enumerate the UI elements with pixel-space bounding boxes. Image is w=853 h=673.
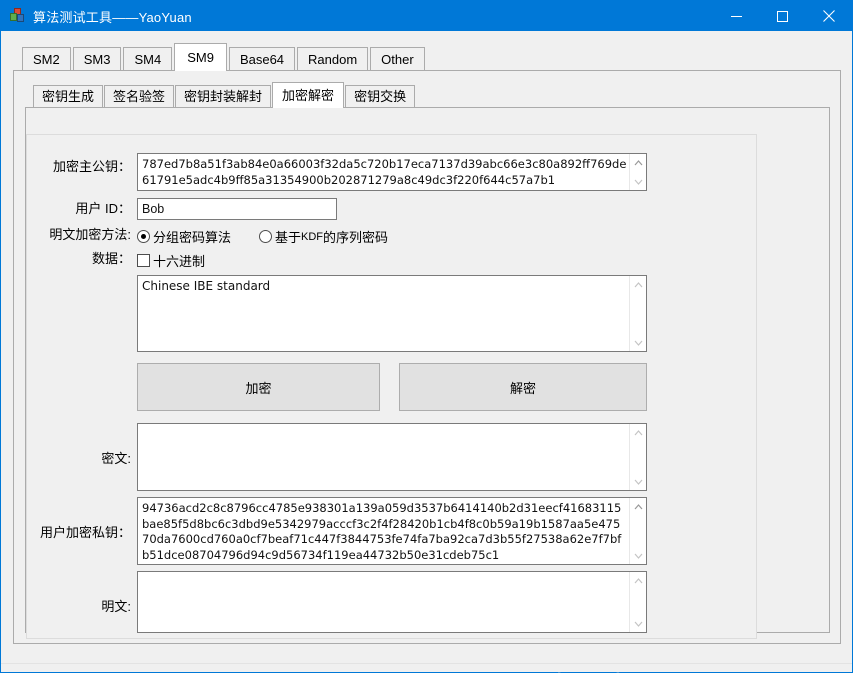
plaintext-value	[138, 572, 646, 575]
tab-sm2-label: SM2	[33, 51, 60, 67]
application-window: 算法测试工具——YaoYuan SM2 SM3 SM4 SM9 Base64 R…	[0, 0, 853, 673]
master-public-key-scrollbar[interactable]	[629, 154, 646, 190]
master-public-key-value: 787ed7b8a51f3ab84e0a66003f32da5c720b17ec…	[142, 157, 627, 187]
algorithm-tab-body: 密钥生成 签名验签 密钥封装解封 加密解密 密钥交换 加密主公钥： 787ed7…	[13, 70, 841, 644]
encrypt-method-label: 明文加密方法:	[49, 227, 131, 242]
algorithm-tab-strip: SM2 SM3 SM4 SM9 Base64 Random Other	[13, 43, 841, 71]
master-public-key-label: 加密主公钥：	[52, 159, 131, 174]
encrypt-button-label: 加密	[245, 380, 272, 396]
scroll-up-icon[interactable]	[630, 154, 647, 171]
plaintext-textarea[interactable]	[137, 571, 647, 633]
user-id-input[interactable]: Bob	[137, 198, 337, 220]
tab-base64-label: Base64	[239, 51, 285, 67]
encrypt-method-row: 明文加密方法: 分组密码算法 基于 KDF 的序列密码	[27, 227, 388, 246]
ciphertext-row: 密文:	[27, 423, 647, 491]
hex-checkbox-label: 十六进制	[153, 254, 206, 269]
plaintext-scrollbar[interactable]	[629, 572, 646, 632]
scroll-up-icon[interactable]	[630, 498, 647, 515]
tab-random[interactable]: Random	[297, 47, 369, 70]
tab-key-generation[interactable]: 密钥生成	[33, 85, 104, 107]
radio-kdf-stream-cipher-label-prefix: 基于	[275, 230, 302, 245]
tab-sm4[interactable]: SM4	[123, 47, 173, 70]
tab-encrypt-decrypt-label: 加密解密	[282, 88, 335, 103]
radio-block-cipher[interactable]: 分组密码算法	[137, 227, 231, 246]
tab-random-label: Random	[308, 51, 358, 67]
window-controls	[713, 1, 852, 31]
user-private-key-row: 用户加密私钥： 94736acd2c8c8796cc4785e938301a13…	[27, 497, 647, 565]
function-tab-control: 密钥生成 签名验签 密钥封装解封 加密解密 密钥交换 加密主公钥： 787ed7…	[25, 82, 830, 639]
decrypt-button-label: 解密	[509, 380, 536, 396]
scroll-down-icon[interactable]	[630, 615, 647, 632]
encrypt-decrypt-panel: 加密主公钥： 787ed7b8a51f3ab84e0a66003f32da5c7…	[26, 134, 757, 639]
tab-sm2[interactable]: SM2	[22, 47, 71, 70]
master-public-key-row: 加密主公钥： 787ed7b8a51f3ab84e0a66003f32da5c7…	[27, 153, 647, 191]
scroll-down-icon[interactable]	[630, 547, 647, 564]
scroll-up-icon[interactable]	[630, 276, 647, 293]
tab-other[interactable]: Other	[370, 47, 425, 70]
decrypt-button[interactable]: 解密	[399, 363, 647, 411]
tab-sm3-label: SM3	[83, 51, 111, 67]
user-id-value: Bob	[142, 202, 165, 216]
tab-key-exchange[interactable]: 密钥交换	[345, 85, 416, 107]
data-textarea[interactable]: Chinese IBE standard	[137, 275, 647, 352]
user-private-key-value: 94736acd2c8c8796cc4785e938301a139a059d35…	[142, 501, 622, 562]
tab-sm4-label: SM4	[134, 51, 162, 67]
master-public-key-textarea[interactable]: 787ed7b8a51f3ab84e0a66003f32da5c720b17ec…	[137, 153, 647, 191]
title-bar: 算法测试工具——YaoYuan	[1, 1, 852, 31]
radio-kdf-stream-cipher-indicator[interactable]	[259, 230, 273, 243]
radio-block-cipher-indicator[interactable]	[137, 230, 150, 243]
ciphertext-scrollbar[interactable]	[629, 424, 646, 490]
tab-sm3[interactable]: SM3	[72, 47, 122, 70]
function-tab-strip: 密钥生成 签名验签 密钥封装解封 加密解密 密钥交换	[25, 82, 830, 108]
data-label: 数据：	[91, 251, 131, 266]
tab-sign-verify-label: 签名验签	[113, 89, 166, 104]
plaintext-label: 明文:	[101, 599, 131, 614]
ciphertext-label: 密文:	[101, 451, 131, 466]
scroll-up-icon[interactable]	[630, 572, 647, 589]
user-private-key-scrollbar[interactable]	[629, 498, 646, 564]
tab-base64[interactable]: Base64	[228, 47, 296, 70]
hex-checkbox-indicator[interactable]	[137, 254, 150, 267]
radio-block-cipher-label: 分组密码算法	[153, 230, 232, 245]
scroll-down-icon[interactable]	[630, 173, 647, 190]
scroll-down-icon[interactable]	[630, 473, 647, 490]
minimize-button[interactable]	[713, 1, 759, 31]
tab-key-encapsulation-label: 密钥封装解封	[184, 89, 263, 104]
app-blocks-icon	[10, 8, 26, 24]
plaintext-row: 明文:	[27, 571, 647, 633]
encrypt-button[interactable]: 加密	[137, 363, 380, 411]
ciphertext-value	[138, 424, 646, 427]
data-textarea-row: Chinese IBE standard	[137, 275, 647, 352]
tab-encrypt-decrypt[interactable]: 加密解密	[272, 82, 345, 108]
maximize-button[interactable]	[759, 1, 805, 31]
data-row: 数据： 十六进制	[27, 251, 205, 270]
window-title: 算法测试工具——YaoYuan	[33, 9, 192, 25]
scroll-up-icon[interactable]	[630, 424, 647, 441]
hex-checkbox[interactable]: 十六进制	[137, 251, 205, 270]
algorithm-tab-control: SM2 SM3 SM4 SM9 Base64 Random Other 密钥生成…	[13, 43, 841, 644]
tab-key-generation-label: 密钥生成	[42, 89, 95, 104]
tab-sign-verify[interactable]: 签名验签	[104, 85, 175, 107]
radio-kdf-stream-cipher-label-suffix: 的序列密码	[323, 230, 389, 245]
scroll-down-icon[interactable]	[630, 334, 647, 351]
tab-sm9[interactable]: SM9	[174, 43, 227, 71]
watermark-site: @51CTO博客	[691, 668, 791, 673]
tab-key-exchange-label: 密钥交换	[354, 89, 407, 104]
user-id-row: 用户 ID： Bob	[27, 198, 337, 220]
tab-sm9-label: SM9	[187, 50, 214, 65]
tab-other-label: Other	[381, 51, 414, 67]
user-id-label: 用户 ID：	[75, 201, 131, 216]
function-tab-body: 加密主公钥： 787ed7b8a51f3ab84e0a66003f32da5c7…	[25, 107, 830, 639]
data-scrollbar[interactable]	[629, 276, 646, 351]
tab-key-encapsulation[interactable]: 密钥封装解封	[175, 85, 272, 107]
radio-kdf-stream-cipher[interactable]: 基于 KDF 的序列密码	[259, 227, 388, 246]
ciphertext-textarea[interactable]	[137, 423, 647, 491]
close-button[interactable]	[805, 1, 852, 31]
client-area: SM2 SM3 SM4 SM9 Base64 Random Other 密钥生成…	[1, 31, 852, 673]
data-value: Chinese IBE standard	[142, 279, 271, 293]
user-private-key-textarea[interactable]: 94736acd2c8c8796cc4785e938301a139a059d35…	[137, 497, 647, 565]
radio-kdf-stream-cipher-label-kdf: KDF	[301, 230, 324, 243]
user-private-key-label: 用户加密私钥：	[39, 525, 131, 540]
status-divider	[1, 663, 852, 664]
